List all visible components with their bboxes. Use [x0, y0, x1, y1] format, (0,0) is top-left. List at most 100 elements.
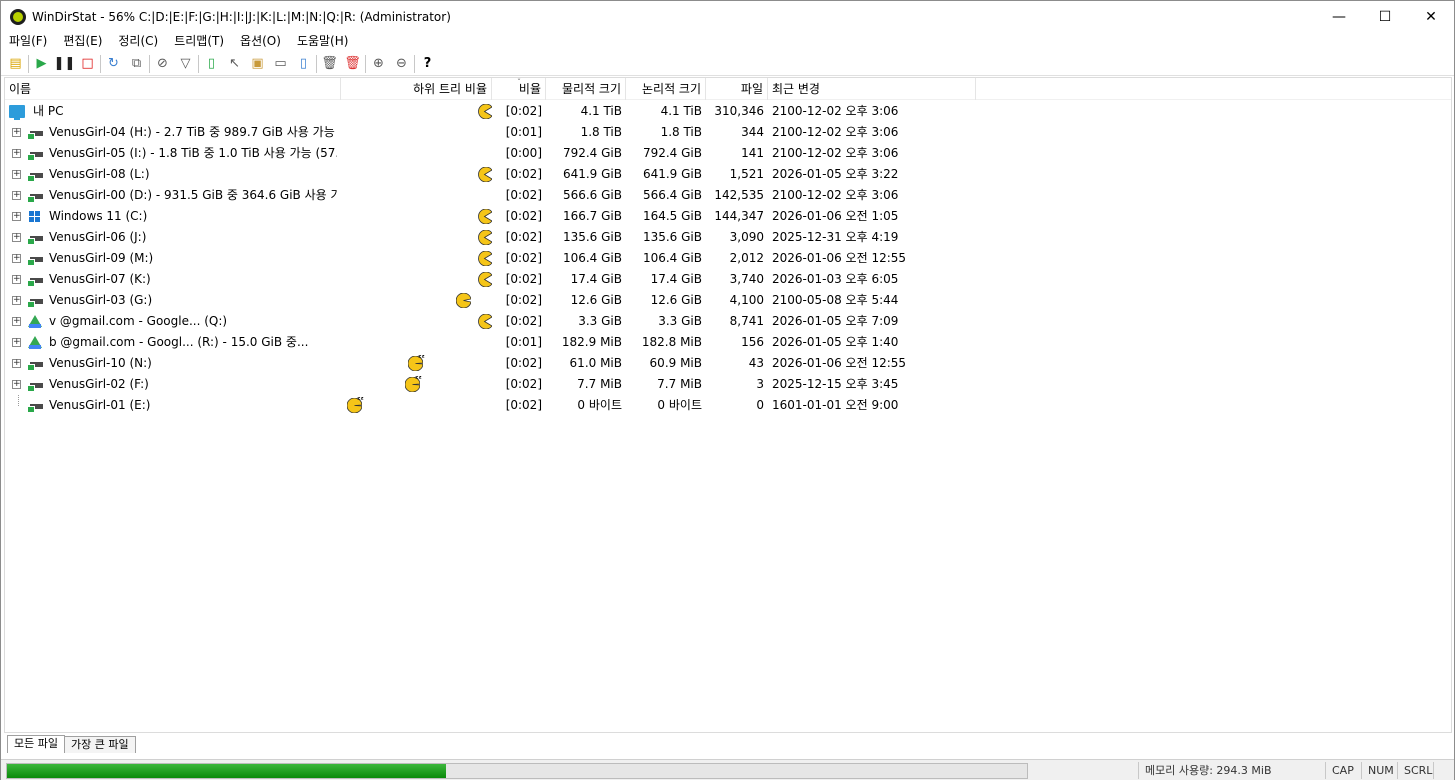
copy-path-icon[interactable]: ▯	[200, 53, 223, 75]
table-row[interactable]: VenusGirl-01 (E:) ᶻᶻ [0:02] 0 바이트 0 바이트 0 1601…	[5, 395, 1451, 416]
expand-plus-icon[interactable]: +	[12, 317, 21, 326]
zoom-out-icon[interactable]: ⊖	[390, 53, 413, 75]
expand-plus-icon[interactable]: +	[12, 149, 21, 158]
table-row[interactable]: + VenusGirl-03 (G:) [0:02] 12.6 GiB 12.6 GiB…	[5, 290, 1451, 311]
row-subtree-cell	[341, 227, 493, 248]
row-physical-size: 0 바이트	[577, 398, 622, 412]
row-name-cell: VenusGirl-01 (E:)	[5, 395, 341, 416]
row-name: VenusGirl-10 (N:)	[49, 356, 152, 370]
expand-plus-icon[interactable]: +	[12, 254, 21, 263]
recycle-icon[interactable]: 🗑︎	[318, 53, 341, 75]
menu-file[interactable]: 파일(F)	[1, 32, 55, 52]
sleep-zzz-icon: ᶻᶻ	[357, 395, 364, 404]
expand-plus-icon[interactable]: +	[12, 233, 21, 242]
open-folder-icon[interactable]: ▤	[4, 53, 27, 75]
toolbar-separator	[365, 54, 366, 73]
row-last-modified: 2026-01-05 오후 1:40	[772, 335, 899, 349]
resize-grip-icon[interactable]	[1433, 762, 1453, 779]
toolbar: ▤ ▶ ❚❚ □ ↻ ⧉ ⊘ ▽ ▯ ↖ ▣ ▭ ▯ 🗑︎ 🗑︎ ⊕ ⊖ ?	[1, 52, 1454, 76]
pacman-icon	[477, 166, 493, 183]
menu-treemap[interactable]: 트리맵(T)	[166, 32, 232, 52]
search-icon[interactable]: ⊘	[151, 53, 174, 75]
row-subtree-cell: ᶻᶻ	[341, 374, 492, 395]
close-button[interactable]: ✕	[1408, 1, 1454, 32]
row-name-cell: + Windows 11 (C:)	[5, 206, 341, 227]
scroll-lock-indicator: SCRL	[1397, 762, 1433, 779]
help-icon[interactable]: ?	[416, 53, 439, 75]
minimize-button[interactable]: —	[1316, 1, 1362, 32]
expand-plus-icon[interactable]: +	[12, 359, 21, 368]
explorer-icon[interactable]: ▭	[269, 53, 292, 75]
table-row[interactable]: + VenusGirl-05 (I:) - 1.8 TiB 중 1.0 TiB 사…	[5, 143, 1451, 164]
row-last-modified: 2026-01-05 오후 3:22	[772, 167, 899, 181]
refresh-selected-icon[interactable]: ⧉	[125, 53, 148, 75]
row-file-count: 3	[756, 377, 764, 391]
pacman-icon	[477, 103, 493, 120]
row-subtree-cell	[341, 164, 493, 185]
expand-plus-icon[interactable]: +	[12, 296, 21, 305]
table-row[interactable]: 내 PC [0:02] 4.1 TiB 4.1 TiB 310,346 2100-12-0…	[5, 101, 1451, 122]
expand-plus-icon[interactable]: +	[12, 212, 21, 221]
expand-plus-icon[interactable]: +	[12, 170, 21, 179]
row-logical-size: 12.6 GiB	[650, 293, 702, 307]
menu-cleanup[interactable]: 정리(C)	[110, 32, 166, 52]
menu-edit[interactable]: 편집(E)	[55, 32, 110, 52]
delete-icon[interactable]: 🗑︎	[341, 53, 364, 75]
row-name: Windows 11 (C:)	[49, 209, 148, 223]
table-row[interactable]: + VenusGirl-02 (F:) ᶻᶻ [0:02] 7.7 MiB 7.7 MiB…	[5, 374, 1451, 395]
table-row[interactable]: + VenusGirl-07 (K:) [0:02] 17.4 GiB 17.4 GiB…	[5, 269, 1451, 290]
zoom-in-icon[interactable]: ⊕	[367, 53, 390, 75]
tab-largest-files[interactable]: 가장 큰 파일	[63, 736, 136, 753]
column-header-physical-size[interactable]: 물리적 크기	[546, 77, 626, 100]
table-row[interactable]: + VenusGirl-06 (J:) [0:02] 135.6 GiB 135.6 G…	[5, 227, 1451, 248]
title-bar: WinDirStat - 56% C:|D:|E:|F:|G:|H:|I:|J:…	[1, 1, 1454, 32]
filter-icon[interactable]: ▽	[174, 53, 197, 75]
tab-all-files[interactable]: 모든 파일	[7, 735, 65, 753]
drive-icon	[27, 296, 43, 308]
expand-plus-icon[interactable]: +	[12, 380, 21, 389]
row-name: VenusGirl-08 (L:)	[49, 167, 150, 181]
play-icon[interactable]: ▶	[30, 53, 53, 75]
expand-plus-icon[interactable]: +	[12, 191, 21, 200]
select-icon[interactable]: ↖	[223, 53, 246, 75]
column-header-name[interactable]: 이름	[5, 77, 341, 100]
table-row[interactable]: + v @gmail.com - Google... (Q:) [0:02] 3.3 …	[5, 311, 1451, 332]
maximize-button[interactable]: ☐	[1362, 1, 1408, 32]
expand-plus-icon[interactable]: +	[12, 338, 21, 347]
row-name: VenusGirl-04 (H:) - 2.7 TiB 중 989.7 GiB …	[49, 125, 337, 139]
table-row[interactable]: + VenusGirl-04 (H:) - 2.7 TiB 중 989.7 GiB…	[5, 122, 1451, 143]
drive-icon	[27, 359, 43, 371]
expand-plus-icon[interactable]: +	[12, 128, 21, 137]
row-subtree-cell	[341, 206, 493, 227]
list-rows: 내 PC [0:02] 4.1 TiB 4.1 TiB 310,346 2100-12-0…	[5, 101, 1451, 416]
column-header-files[interactable]: 파일	[706, 77, 768, 100]
table-row[interactable]: + VenusGirl-08 (L:) [0:02] 641.9 GiB 641.9 G…	[5, 164, 1451, 185]
paste-icon[interactable]: ▣	[246, 53, 269, 75]
table-row[interactable]: + b @gmail.com - Googl... (R:) - 15.0 GiB…	[5, 332, 1451, 353]
toolbar-separator	[414, 54, 415, 73]
menu-help[interactable]: 도움말(H)	[289, 32, 357, 52]
table-row[interactable]: + VenusGirl-10 (N:) ᶻᶻ [0:02] 61.0 MiB 60.9 M…	[5, 353, 1451, 374]
properties-icon[interactable]: ▯	[292, 53, 315, 75]
refresh-icon[interactable]: ↻	[102, 53, 125, 75]
row-file-count: 141	[741, 146, 764, 160]
table-row[interactable]: + Windows 11 (C:) [0:02] 166.7 GiB 164.5 GiB…	[5, 206, 1451, 227]
menu-options[interactable]: 옵션(O)	[232, 32, 289, 52]
table-row[interactable]: + VenusGirl-09 (M:) [0:02] 106.4 GiB 106.4 G…	[5, 248, 1451, 269]
column-header-subtree[interactable]: 하위 트리 비율	[341, 77, 492, 100]
row-name-cell: + VenusGirl-04 (H:) - 2.7 TiB 중 989.7 GiB…	[5, 122, 341, 143]
table-row[interactable]: + VenusGirl-00 (D:) - 931.5 GiB 중 364.6 G…	[5, 185, 1451, 206]
row-name: b @gmail.com - Googl... (R:) - 15.0 GiB …	[49, 335, 309, 349]
row-logical-size: 60.9 MiB	[649, 356, 702, 370]
expand-plus-icon[interactable]: +	[12, 275, 21, 284]
column-header-last-modified[interactable]: 최근 변경	[768, 77, 976, 100]
row-subtree-cell	[341, 143, 492, 164]
windirstat-app-icon	[10, 8, 26, 25]
row-physical-size: 641.9 GiB	[562, 167, 622, 181]
row-subtree-cell	[341, 290, 492, 311]
pause-icon[interactable]: ❚❚	[53, 53, 76, 75]
stop-icon[interactable]: □	[76, 53, 99, 75]
column-header-logical-size[interactable]: 논리적 크기	[626, 77, 706, 100]
row-last-modified: 2025-12-15 오후 3:45	[772, 377, 899, 391]
